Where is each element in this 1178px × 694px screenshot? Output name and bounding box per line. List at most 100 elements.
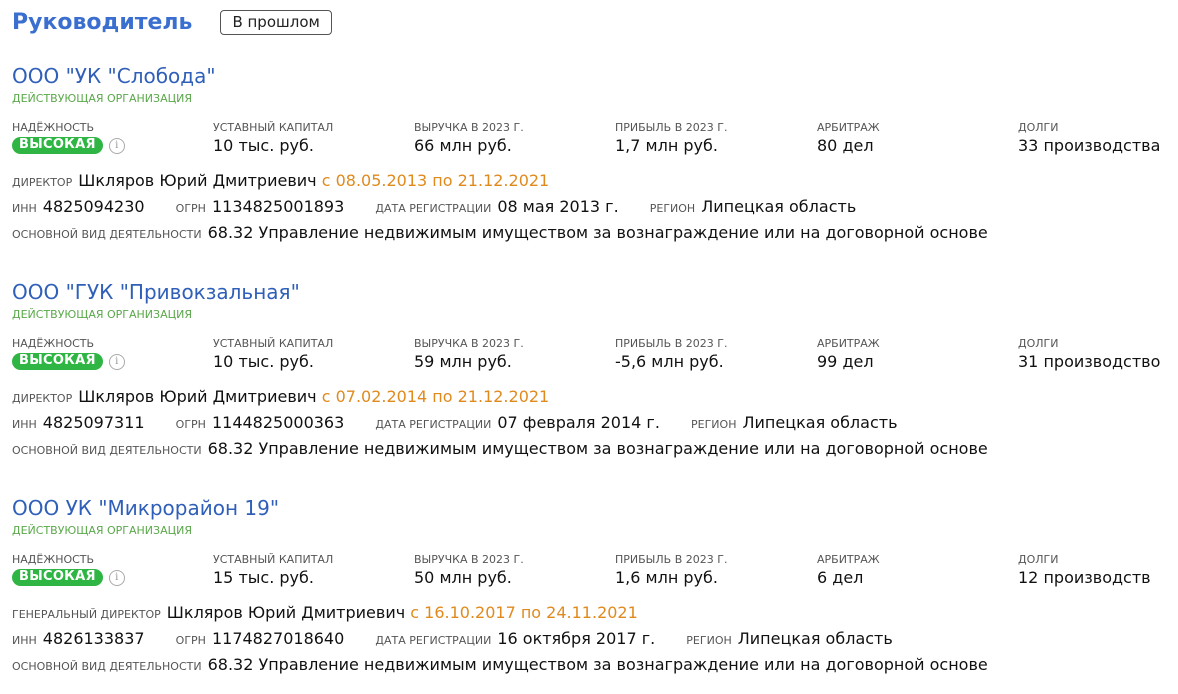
region-value: Липецкая область [737,629,893,648]
inn-value: 4826133837 [42,629,145,648]
reliability-badge: ВЫСОКАЯ [12,569,103,586]
metric-debts: ДОЛГИ 33 производства [1018,121,1160,157]
period-text: с 08.05.2013 по 21.12.2021 [321,171,550,190]
activity-line: ОСНОВНОЙ ВИД ДЕЯТЕЛЬНОСТИ 68.32 Управлени… [12,652,1172,678]
role-label: ДИРЕКТОР [12,392,73,405]
activity-line: ОСНОВНОЙ ВИД ДЕЯТЕЛЬНОСТИ 68.32 Управлени… [12,220,1172,246]
metric-label: УСТАВНЫЙ КАПИТАЛ [213,121,334,134]
metric-value: 10 тыс. руб. [213,136,314,155]
period-text: с 07.02.2014 по 21.12.2021 [321,387,550,406]
activity-label: ОСНОВНОЙ ВИД ДЕЯТЕЛЬНОСТИ [12,660,202,673]
region-label: РЕГИОН [691,418,737,431]
metric-arbitration: АРБИТРАЖ 80 дел [817,121,880,157]
person-link[interactable]: Шкляров Юрий Дмитриевич [78,171,316,190]
metric-value[interactable]: 12 производств [1018,567,1151,589]
reg-date-value: 16 октября 2017 г. [497,629,656,648]
activity-value: 68.32 Управление недвижимым имуществом з… [207,223,988,242]
metric-label: УСТАВНЫЙ КАПИТАЛ [213,553,334,566]
activity-value: 68.32 Управление недвижимым имуществом з… [207,655,988,674]
org-card: ООО "ГУК "Привокзальная" ДЕЙСТВУЮЩАЯ ОРГ… [12,279,1172,462]
metric-label: ДОЛГИ [1018,121,1059,134]
person-link[interactable]: Шкляров Юрий Дмитриевич [78,387,316,406]
metric-arbitration: АРБИТРАЖ 6 дел [817,553,880,589]
metric-label: ВЫРУЧКА В 2023 Г. [414,121,524,134]
metric-label: ВЫРУЧКА В 2023 Г. [414,337,524,350]
metric-value: 15 тыс. руб. [213,568,314,587]
reg-date-label: ДАТА РЕГИСТРАЦИИ [375,634,492,647]
metric-value[interactable]: 99 дел [817,351,880,373]
metric-capital: УСТАВНЫЙ КАПИТАЛ 10 тыс. руб. [213,121,333,157]
metric-value: 1,6 млн руб. [615,568,718,587]
metric-capital: УСТАВНЫЙ КАПИТАЛ 10 тыс. руб. [213,337,333,373]
metric-reliability: НАДЁЖНОСТЬ ВЫСОКАЯ i [12,121,125,154]
registry-line: ИНН 4825094230 ОГРН 1134825001893 ДАТА РЕГ… [12,194,1172,220]
metric-value: 10 тыс. руб. [213,352,314,371]
metric-revenue: ВЫРУЧКА В 2023 Г. 66 млн руб. [414,121,524,157]
activity-label: ОСНОВНОЙ ВИД ДЕЯТЕЛЬНОСТИ [12,444,202,457]
org-name-link[interactable]: ООО "УК "Слобода" [12,63,1172,89]
info-icon[interactable]: i [108,353,125,370]
metric-label: НАДЁЖНОСТЬ [12,121,95,134]
page-title: Руководитель [12,10,193,35]
region-value: Липецкая область [701,197,857,216]
metric-label: ПРИБЫЛЬ В 2023 Г. [615,337,728,350]
org-metrics: НАДЁЖНОСТЬ ВЫСОКАЯ i УСТАВНЫЙ КАПИТАЛ 10… [12,121,1172,159]
activity-label: ОСНОВНОЙ ВИД ДЕЯТЕЛЬНОСТИ [12,228,202,241]
region-label: РЕГИОН [649,202,696,215]
metric-label: ПРИБЫЛЬ В 2023 Г. [615,121,728,134]
metric-value[interactable]: 33 производства [1018,135,1160,157]
inn-label: ИНН [12,634,37,647]
metric-profit: ПРИБЫЛЬ В 2023 Г. -5,6 млн руб. [615,337,727,373]
metric-label: ДОЛГИ [1018,337,1059,350]
metric-label: НАДЁЖНОСТЬ [12,337,95,350]
metric-label: ДОЛГИ [1018,553,1059,566]
metric-value: -5,6 млн руб. [615,352,724,371]
info-icon[interactable]: i [108,137,125,154]
metric-reliability: НАДЁЖНОСТЬ ВЫСОКАЯ i [12,337,125,370]
org-status: ДЕЙСТВУЮЩАЯ ОРГАНИЗАЦИЯ [12,524,193,537]
metric-label: АРБИТРАЖ [817,553,880,566]
org-name-link[interactable]: ООО УК "Микрорайон 19" [12,495,1172,521]
metric-label: АРБИТРАЖ [817,121,880,134]
inn-value: 4825094230 [42,197,145,216]
reg-date-label: ДАТА РЕГИСТРАЦИИ [375,418,492,431]
metric-value[interactable]: 6 дел [817,567,880,589]
role-label: ДИРЕКТОР [12,176,73,189]
ogrn-value: 1144825000363 [211,413,345,432]
metric-label: УСТАВНЫЙ КАПИТАЛ [213,337,334,350]
region-label: РЕГИОН [686,634,732,647]
org-status: ДЕЙСТВУЮЩАЯ ОРГАНИЗАЦИЯ [12,92,193,105]
past-filter-button[interactable]: В прошлом [220,10,332,35]
metric-value: 66 млн руб. [414,136,512,155]
ogrn-label: ОГРН [175,202,206,215]
reg-date-value: 07 февраля 2014 г. [497,413,660,432]
org-metrics: НАДЁЖНОСТЬ ВЫСОКАЯ i УСТАВНЫЙ КАПИТАЛ 15… [12,553,1172,591]
metric-label: НАДЁЖНОСТЬ [12,553,95,566]
reliability-badge: ВЫСОКАЯ [12,137,103,154]
activity-value: 68.32 Управление недвижимым имуществом з… [207,439,988,458]
org-metrics: НАДЁЖНОСТЬ ВЫСОКАЯ i УСТАВНЫЙ КАПИТАЛ 10… [12,337,1172,375]
activity-line: ОСНОВНОЙ ВИД ДЕЯТЕЛЬНОСТИ 68.32 Управлени… [12,436,1172,462]
metric-label: ВЫРУЧКА В 2023 Г. [414,553,524,566]
info-icon[interactable]: i [108,569,125,586]
org-name-link[interactable]: ООО "ГУК "Привокзальная" [12,279,1172,305]
role-label: ГЕНЕРАЛЬНЫЙ ДИРЕКТОР [12,608,161,621]
org-card: ООО УК "Микрорайон 19" ДЕЙСТВУЮЩАЯ ОРГАН… [12,495,1172,678]
inn-value: 4825097311 [42,413,145,432]
metric-value: 59 млн руб. [414,352,512,371]
org-card: ООО "УК "Слобода" ДЕЙСТВУЮЩАЯ ОРГАНИЗАЦИ… [12,63,1172,246]
metric-label: ПРИБЫЛЬ В 2023 Г. [615,553,728,566]
director-line: ДИРЕКТОР Шкляров Юрий Дмитриевич с 07.02.… [12,384,1172,410]
registry-line: ИНН 4825097311 ОГРН 1144825000363 ДАТА РЕГ… [12,410,1172,436]
section-header: Руководитель В прошлом [12,10,332,35]
director-line: ДИРЕКТОР Шкляров Юрий Дмитриевич с 08.05.… [12,168,1172,194]
metric-value[interactable]: 31 производство [1018,351,1160,373]
metric-value[interactable]: 80 дел [817,135,880,157]
reliability-badge: ВЫСОКАЯ [12,353,103,370]
ogrn-value: 1174827018640 [211,629,345,648]
person-link[interactable]: Шкляров Юрий Дмитриевич [167,603,405,622]
ogrn-label: ОГРН [175,418,206,431]
period-text: с 16.10.2017 по 24.11.2021 [410,603,638,622]
org-status: ДЕЙСТВУЮЩАЯ ОРГАНИЗАЦИЯ [12,308,193,321]
reg-date-value: 08 мая 2013 г. [497,197,619,216]
